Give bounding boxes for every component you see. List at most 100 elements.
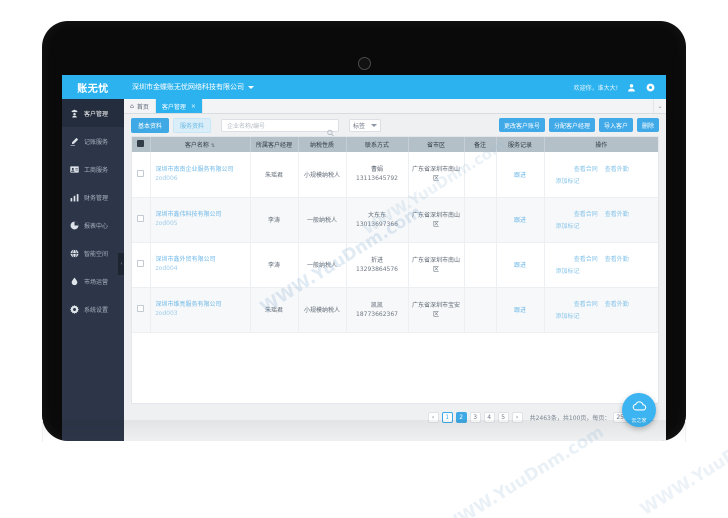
customer-code: zod006	[155, 174, 178, 182]
column-customer-name[interactable]: 客户名称 ⇅	[150, 137, 251, 152]
view-contract-link[interactable]: 查看合同	[574, 164, 598, 173]
row-region: 广东省深圳市南山区	[408, 242, 465, 288]
add-mark-link[interactable]: 添加标记	[556, 266, 580, 275]
add-mark-link[interactable]: 添加标记	[556, 311, 580, 320]
table-row[interactable]: 深圳市鑫外贸有限公司 zod004 李涛 一般纳税人 折进 1329386457…	[132, 242, 658, 288]
pie-chart-icon	[69, 220, 79, 230]
service-record-link[interactable]: 跟进	[514, 262, 526, 269]
table-row[interactable]: 深圳市南南企业服务有限公司 zod006 朱瑶君 小规模纳税人 曹娟 13113…	[132, 152, 658, 198]
row-remark	[464, 152, 497, 198]
service-record-link[interactable]: 跟进	[514, 172, 526, 179]
user-icon[interactable]	[626, 82, 637, 93]
chevron-down-icon[interactable]: ⌄	[653, 99, 666, 113]
service-record-link[interactable]: 跟进	[514, 307, 526, 314]
sidebar-item-market-operation[interactable]: 市场运营	[62, 267, 124, 295]
row-service-record: 跟进	[496, 197, 545, 243]
view-fieldwork-link[interactable]: 查看外勤	[605, 254, 629, 263]
row-customer-cell: 深圳市鑫外贸有限公司 zod004	[150, 242, 251, 288]
delete-button[interactable]: 删除	[636, 118, 659, 132]
region-text: 广东省深圳市南山区	[411, 166, 460, 183]
contact-name: 曹娟	[370, 166, 383, 174]
column-remark: 备注	[464, 137, 497, 152]
sidebar-item-label: 客户管理	[84, 110, 109, 118]
row-checkbox[interactable]	[137, 169, 145, 177]
assign-customer-manager-button[interactable]: 分配客户经理	[548, 118, 595, 132]
row-contact: 凯凯 18773662367	[346, 287, 409, 333]
sidebar-item-finance-management[interactable]: 财务管理	[62, 183, 124, 211]
customer-name-link[interactable]: 深圳市南南企业服务有限公司	[156, 165, 248, 174]
customer-code: zod004	[155, 265, 178, 273]
tag-select-value: 标签	[353, 122, 366, 130]
table-head: 客户名称 ⇅ 所属客户经理 纳税性质 联系方式 省市区 备注 服务记录 操作	[132, 137, 658, 152]
row-select-cell[interactable]	[132, 242, 151, 288]
close-icon[interactable]: ×	[191, 103, 196, 110]
brand-logo[interactable]: 账无忧	[62, 75, 124, 99]
column-service-record: 服务记录	[496, 137, 545, 152]
contact-name: 大东东	[367, 211, 386, 219]
tag-select[interactable]: 标签	[349, 118, 382, 132]
gear-icon[interactable]	[645, 82, 656, 93]
device-camera	[357, 57, 371, 70]
row-customer-cell: 深圳市鑫伟科技有限公司 zod005	[150, 197, 251, 243]
cube-icon	[69, 248, 79, 258]
filter-basic-button[interactable]: 基本资料	[131, 117, 170, 133]
change-customer-account-button[interactable]: 更改客户账号	[498, 118, 545, 132]
customer-table: 客户名称 ⇅ 所属客户经理 纳税性质 联系方式 省市区 备注 服务记录 操作 深…	[132, 137, 658, 333]
contact-phone: 13113645792	[356, 175, 398, 183]
sidebar-item-system-settings[interactable]: 系统设置	[62, 295, 124, 323]
column-select-all[interactable]	[132, 137, 151, 152]
view-contract-link[interactable]: 查看合同	[574, 254, 598, 263]
operation-links: 查看合同 查看外勤 添加标记	[547, 164, 657, 185]
company-selector[interactable]: 深圳市金蝶账无忧网络科技有限公司	[124, 82, 254, 92]
select-all-checkbox[interactable]	[137, 140, 145, 147]
tab-label: 客户管理	[161, 103, 186, 111]
search-input[interactable]: 企业名称/编号	[221, 118, 340, 137]
contact-name: 折进	[370, 256, 383, 264]
tab-bar: ⌂ 首页 客户管理 × ⌄	[124, 99, 666, 114]
search-placeholder: 企业名称/编号	[227, 122, 266, 130]
operation-links: 查看合同 查看外勤 添加标记	[547, 209, 657, 230]
region-text: 广东省深圳市宝安区	[411, 301, 460, 318]
row-checkbox[interactable]	[137, 260, 145, 267]
row-select-cell[interactable]	[132, 152, 151, 198]
sidebar-item-bookkeeping-service[interactable]: 记账服务	[62, 127, 124, 155]
sidebar-item-label: 系统设置	[84, 306, 109, 314]
sort-icon[interactable]: ⇅	[211, 143, 215, 149]
row-region: 广东省深圳市南山区	[408, 197, 465, 243]
row-operations: 查看合同 查看外勤 添加标记	[544, 287, 658, 333]
view-fieldwork-link[interactable]: 查看外勤	[605, 164, 629, 173]
row-select-cell[interactable]	[132, 197, 151, 243]
contact-phone: 13013697366	[356, 220, 398, 228]
column-tax-nature: 纳税性质	[298, 137, 347, 152]
view-fieldwork-link[interactable]: 查看外勤	[605, 209, 629, 218]
add-mark-link[interactable]: 添加标记	[556, 221, 580, 230]
row-checkbox[interactable]	[137, 215, 145, 222]
filter-service-button[interactable]: 服务资料	[173, 117, 212, 133]
row-tax-nature: 小规模纳税人	[298, 287, 347, 333]
customer-name-link[interactable]: 深圳市鑫伟科技有限公司	[156, 210, 248, 219]
operation-links: 查看合同 查看外勤 添加标记	[547, 254, 657, 275]
view-contract-link[interactable]: 查看合同	[574, 299, 598, 308]
service-record-link[interactable]: 跟进	[514, 217, 526, 224]
sidebar-item-smart-space[interactable]: 智能空间	[62, 239, 124, 267]
view-contract-link[interactable]: 查看合同	[574, 209, 598, 218]
table-row[interactable]: 深圳市维亮服务有限公司 zod003 朱瑶君 小规模纳税人 凯凯 1877366…	[132, 287, 658, 333]
sidebar-item-report-center[interactable]: 报表中心	[62, 211, 124, 239]
row-customer-cell: 深圳市南南企业服务有限公司 zod006	[150, 152, 251, 198]
row-select-cell[interactable]	[132, 287, 151, 333]
table-row[interactable]: 深圳市鑫伟科技有限公司 zod005 李涛 一般纳税人 大东东 13013697…	[132, 197, 658, 243]
column-operations: 操作	[544, 137, 658, 152]
customer-name-link[interactable]: 深圳市鑫外贸有限公司	[156, 255, 248, 264]
sidebar-item-customer-management[interactable]: 客户管理	[62, 99, 124, 127]
add-mark-link[interactable]: 添加标记	[556, 176, 580, 185]
sidebar-item-business-service[interactable]: 工商服务	[62, 155, 124, 183]
view-fieldwork-link[interactable]: 查看外勤	[605, 299, 629, 308]
tab-customer-management[interactable]: 客户管理 ×	[155, 99, 203, 113]
id-card-icon	[69, 164, 79, 174]
tab-home[interactable]: ⌂ 首页	[124, 99, 156, 113]
company-name: 深圳市金蝶账无忧网络科技有限公司	[132, 83, 244, 91]
customer-name-link[interactable]: 深圳市维亮服务有限公司	[156, 300, 248, 309]
import-customer-button[interactable]: 导入客户	[598, 118, 633, 132]
row-checkbox[interactable]	[137, 305, 145, 312]
sidebar-item-label: 智能空间	[84, 250, 109, 258]
